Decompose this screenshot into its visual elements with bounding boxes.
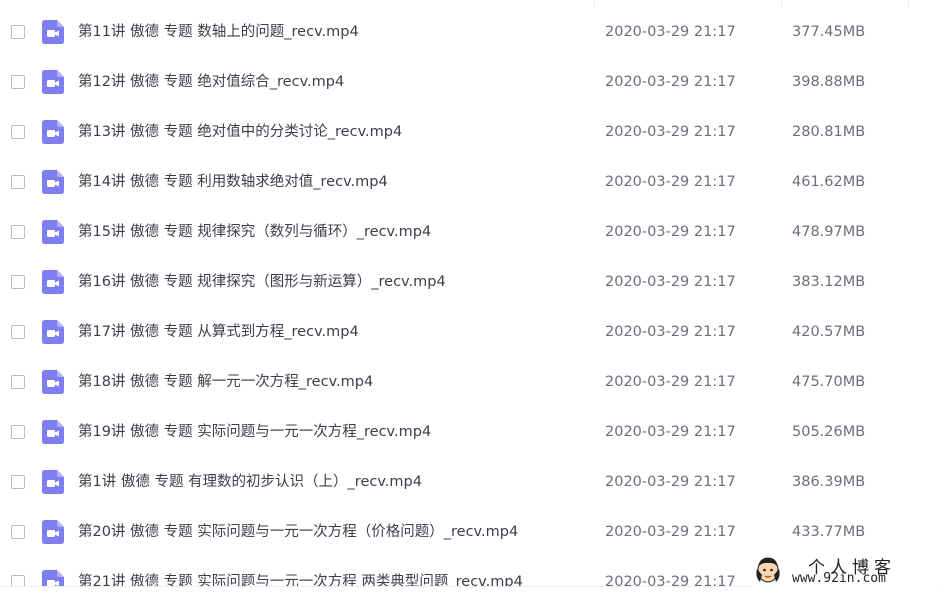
header-divider [0,0,944,8]
column-separator [781,0,782,7]
video-file-icon [42,270,64,294]
file-date: 2020-03-29 21:17 [605,474,736,490]
video-file-icon [42,420,64,444]
file-name[interactable]: 第13讲 傲德 专题 绝对值中的分类讨论_recv.mp4 [78,122,402,142]
file-name[interactable]: 第19讲 傲德 专题 实际问题与一元一次方程_recv.mp4 [78,422,431,442]
file-name[interactable]: 第15讲 傲德 专题 规律探究（数列与循环）_recv.mp4 [78,222,431,242]
file-name[interactable]: 第18讲 傲德 专题 解一元一次方程_recv.mp4 [78,372,373,392]
file-size: 398.88MB [792,74,866,90]
file-size: 433.77MB [792,524,866,540]
row-checkbox[interactable] [11,75,25,89]
file-row[interactable]: 第12讲 傲德 专题 绝对值综合_recv.mp4 2020-03-29 21:1… [0,58,944,108]
video-file-icon [42,220,64,244]
video-file-icon [42,320,64,344]
file-name[interactable]: 第17讲 傲德 专题 从算式到方程_recv.mp4 [78,322,359,342]
file-size: 461.62MB [792,174,866,190]
file-name[interactable]: 第14讲 傲德 专题 利用数轴求绝对值_recv.mp4 [78,172,388,192]
file-date: 2020-03-29 21:17 [605,374,736,390]
file-size: 420.57MB [792,324,866,340]
watermark: 个人博客 www.92in.com [752,553,942,589]
file-row[interactable]: 第17讲 傲德 专题 从算式到方程_recv.mp4 2020-03-29 21:… [0,308,944,358]
file-date: 2020-03-29 21:17 [605,524,736,540]
file-size: 478.97MB [792,224,866,240]
column-separator [908,0,909,7]
video-file-icon [42,570,64,586]
row-checkbox[interactable] [11,425,25,439]
row-checkbox[interactable] [11,225,25,239]
row-checkbox[interactable] [11,125,25,139]
row-checkbox[interactable] [11,525,25,539]
file-row[interactable]: 第18讲 傲德 专题 解一元一次方程_recv.mp4 2020-03-29 21… [0,358,944,408]
file-row[interactable]: 第15讲 傲德 专题 规律探究（数列与循环）_recv.mp4 2020-03-2… [0,208,944,258]
file-size: 377.45MB [792,24,866,40]
video-file-icon [42,370,64,394]
file-name[interactable]: 第16讲 傲德 专题 规律探究（图形与新运算）_recv.mp4 [78,272,446,292]
file-name[interactable]: 第11讲 傲德 专题 数轴上的问题_recv.mp4 [78,22,359,42]
file-date: 2020-03-29 21:17 [605,74,736,90]
watermark-url: www.92in.com [792,571,886,586]
file-date: 2020-03-29 21:17 [605,424,736,440]
file-name[interactable]: 第12讲 傲德 专题 绝对值综合_recv.mp4 [78,72,344,92]
file-date: 2020-03-29 21:17 [605,124,736,140]
video-file-icon [42,20,64,44]
file-date: 2020-03-29 21:17 [605,324,736,340]
file-date: 2020-03-29 21:17 [605,574,736,586]
file-list: 第11讲 傲德 专题 数轴上的问题_recv.mp4 2020-03-29 21:… [0,0,944,586]
file-row[interactable]: 第19讲 傲德 专题 实际问题与一元一次方程_recv.mp4 2020-03-2… [0,408,944,458]
file-size: 280.81MB [792,124,866,140]
video-file-icon [42,120,64,144]
row-checkbox[interactable] [11,25,25,39]
file-date: 2020-03-29 21:17 [605,274,736,290]
video-file-icon [42,70,64,94]
row-checkbox[interactable] [11,475,25,489]
file-row[interactable]: 第1讲 傲德 专题 有理数的初步认识（上）_recv.mp4 2020-03-29… [0,458,944,508]
row-checkbox[interactable] [11,375,25,389]
video-file-icon [42,170,64,194]
row-checkbox[interactable] [11,175,25,189]
file-size: 505.26MB [792,424,866,440]
row-checkbox[interactable] [11,275,25,289]
file-row[interactable]: 第13讲 傲德 专题 绝对值中的分类讨论_recv.mp4 2020-03-29 … [0,108,944,158]
cartoon-face-icon [756,557,780,583]
row-checkbox[interactable] [11,575,25,586]
file-size: 383.12MB [792,274,866,290]
file-name[interactable]: 第1讲 傲德 专题 有理数的初步认识（上）_recv.mp4 [78,472,422,492]
file-name[interactable]: 第20讲 傲德 专题 实际问题与一元一次方程（价格问题）_recv.mp4 [78,522,518,542]
row-checkbox[interactable] [11,325,25,339]
file-row[interactable]: 第16讲 傲德 专题 规律探究（图形与新运算）_recv.mp4 2020-03-… [0,258,944,308]
file-date: 2020-03-29 21:17 [605,224,736,240]
file-name[interactable]: 第21讲 傲德 专题 实际问题与一元一次方程 两类典型问题_recv.mp4 [78,572,523,586]
video-file-icon [42,470,64,494]
file-row[interactable]: 第20讲 傲德 专题 实际问题与一元一次方程（价格问题）_recv.mp4 202… [0,508,944,558]
file-date: 2020-03-29 21:17 [605,174,736,190]
column-separator [594,0,595,7]
file-date: 2020-03-29 21:17 [605,24,736,40]
file-size: 386.39MB [792,474,866,490]
file-row[interactable]: 第11讲 傲德 专题 数轴上的问题_recv.mp4 2020-03-29 21:… [0,8,944,58]
video-file-icon [42,520,64,544]
file-row[interactable]: 第14讲 傲德 专题 利用数轴求绝对值_recv.mp4 2020-03-29 2… [0,158,944,208]
file-size: 475.70MB [792,374,866,390]
